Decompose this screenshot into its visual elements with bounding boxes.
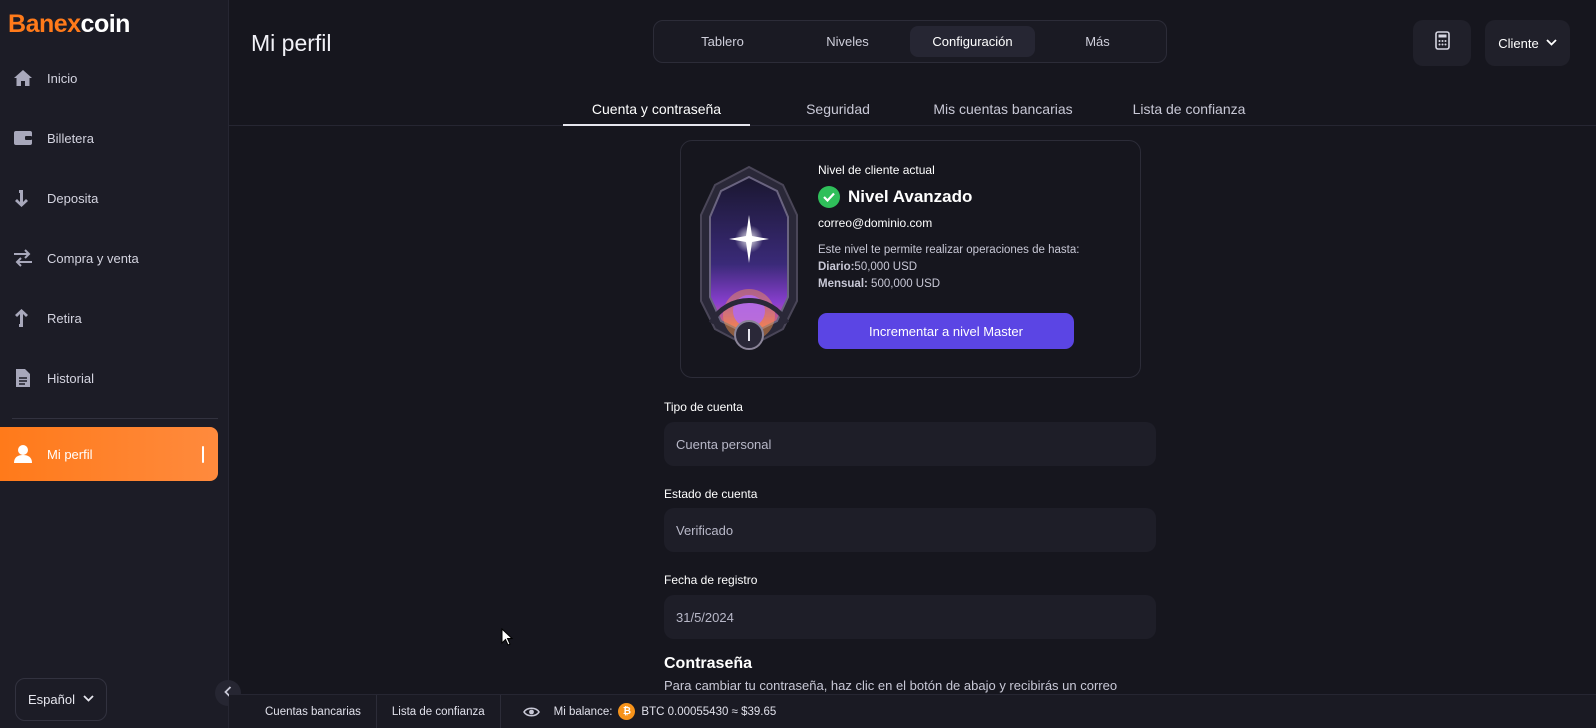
logo-text-anex: anex xyxy=(25,10,81,38)
password-section-title: Contraseña xyxy=(664,655,753,672)
subtab-cuentas-bancarias[interactable]: Mis cuentas bancarias xyxy=(911,93,1095,126)
sidebar-item-label: Compra y venta xyxy=(47,250,139,266)
register-date-label: Fecha de registro xyxy=(664,573,758,587)
account-type-field: Cuenta personal xyxy=(664,422,1156,466)
account-status-label: Estado de cuenta xyxy=(664,487,758,501)
sidebar-item-deposita[interactable]: Deposita xyxy=(0,171,218,225)
tab-tablero[interactable]: Tablero xyxy=(660,26,785,57)
chevron-down-icon xyxy=(83,694,94,705)
monthly-limit-label: Mensual: xyxy=(818,278,868,290)
mouse-cursor-icon xyxy=(501,627,514,651)
wallet-icon xyxy=(12,127,34,149)
account-type-label: Tipo de cuenta xyxy=(664,400,743,414)
register-date-field: 31/5/2024 xyxy=(664,595,1156,639)
level-name-text: Nivel Avanzado xyxy=(848,187,973,206)
document-icon xyxy=(12,367,34,389)
sidebar-item-historial[interactable]: Historial xyxy=(0,351,218,405)
subtab-cuenta-contrasena[interactable]: Cuenta y contraseña xyxy=(563,93,750,126)
level-badge-image xyxy=(697,163,801,353)
balance-label: Mi balance: xyxy=(553,705,613,718)
client-level-card: Nivel de cliente actual Nivel Avanzado c… xyxy=(680,140,1141,378)
daily-limit-value: 50,000 USD xyxy=(854,261,918,273)
user-email: correo@dominio.com xyxy=(818,216,933,230)
level-limits: Este nivel te permite realizar operacion… xyxy=(818,242,1079,293)
daily-limit: Diario:50,000 USD xyxy=(818,259,1079,276)
language-selector[interactable]: Español xyxy=(15,678,107,721)
check-circle-icon xyxy=(818,186,840,208)
tab-configuracion[interactable]: Configuración xyxy=(910,26,1035,57)
arrow-up-icon xyxy=(12,307,34,329)
current-level-label: Nivel de cliente actual xyxy=(818,163,935,177)
chevron-down-icon xyxy=(1546,38,1557,49)
sidebar-item-compra-venta[interactable]: Compra y venta xyxy=(0,231,218,285)
eye-icon[interactable] xyxy=(522,706,540,718)
footer-bar: Cuentas bancarias Lista de confianza Mi … xyxy=(229,694,1596,728)
bitcoin-icon: ₿ xyxy=(618,703,636,720)
arrow-down-icon xyxy=(12,187,34,209)
settings-sub-tabs: Cuenta y contraseña Seguridad Mis cuenta… xyxy=(229,93,1596,126)
client-label: Cliente xyxy=(1498,35,1539,51)
calculator-icon xyxy=(1434,31,1450,55)
sidebar-item-label: Historial xyxy=(47,370,94,386)
limits-description: Este nivel te permite realizar operacion… xyxy=(818,244,1080,256)
sidebar-item-label: Deposita xyxy=(47,190,99,206)
page-title: Mi perfil xyxy=(251,30,332,56)
user-icon xyxy=(12,443,34,465)
tab-niveles[interactable]: Niveles xyxy=(785,26,910,57)
client-menu-button[interactable]: Cliente xyxy=(1485,20,1570,66)
level-name: Nivel Avanzado xyxy=(818,186,972,208)
sidebar-item-mi-perfil[interactable]: Mi perfil xyxy=(0,427,218,481)
balance-value: BTC 0.00055430 ≈ $39.65 xyxy=(641,705,777,718)
sidebar-item-label: Retira xyxy=(47,310,82,326)
swap-icon xyxy=(12,247,34,269)
sidebar-divider xyxy=(12,418,218,419)
footer-link-trust-list[interactable]: Lista de confianza xyxy=(377,694,501,728)
language-label: Español xyxy=(28,692,75,707)
sidebar-item-label: Inicio xyxy=(47,70,78,86)
balance-display: Mi balance: ₿ BTC 0.00055430 ≈ $39.65 xyxy=(501,695,792,728)
subtab-seguridad[interactable]: Seguridad xyxy=(772,93,904,126)
sidebar-item-label: Mi perfil xyxy=(47,446,93,462)
footer-link-bank-accounts[interactable]: Cuentas bancarias xyxy=(229,694,377,728)
password-section-description: Para cambiar tu contraseña, haz clic en … xyxy=(664,678,1118,693)
monthly-limit-value: 500,000 USD xyxy=(871,278,941,290)
banexcoin-logo[interactable]: Banexcoin xyxy=(8,10,130,39)
top-tabs: Tablero Niveles Configuración Más xyxy=(653,20,1167,63)
account-status-field: Verificado xyxy=(664,508,1156,552)
sidebar-item-inicio[interactable]: Inicio xyxy=(0,51,218,105)
logo-letter-b: B xyxy=(8,10,26,38)
sidebar-item-label: Billetera xyxy=(47,130,94,146)
home-icon xyxy=(12,67,34,89)
sidebar: Banexcoin Inicio Billetera Deposita Comp xyxy=(0,0,229,728)
daily-limit-label: Diario: xyxy=(818,261,855,273)
sidebar-item-billetera[interactable]: Billetera xyxy=(0,111,218,165)
calculator-button[interactable] xyxy=(1413,20,1471,66)
upgrade-level-button[interactable]: Incrementar a nivel Master xyxy=(818,313,1074,349)
tab-mas[interactable]: Más xyxy=(1035,26,1160,57)
subtab-lista-confianza[interactable]: Lista de confianza xyxy=(1109,93,1269,126)
app-window: Banexcoin Inicio Billetera Deposita Comp xyxy=(0,0,1596,728)
monthly-limit: Mensual: 500,000 USD xyxy=(818,276,1079,293)
logo-text-coin: coin xyxy=(80,10,131,38)
sidebar-item-retira[interactable]: Retira xyxy=(0,291,218,345)
active-indicator xyxy=(202,446,204,463)
